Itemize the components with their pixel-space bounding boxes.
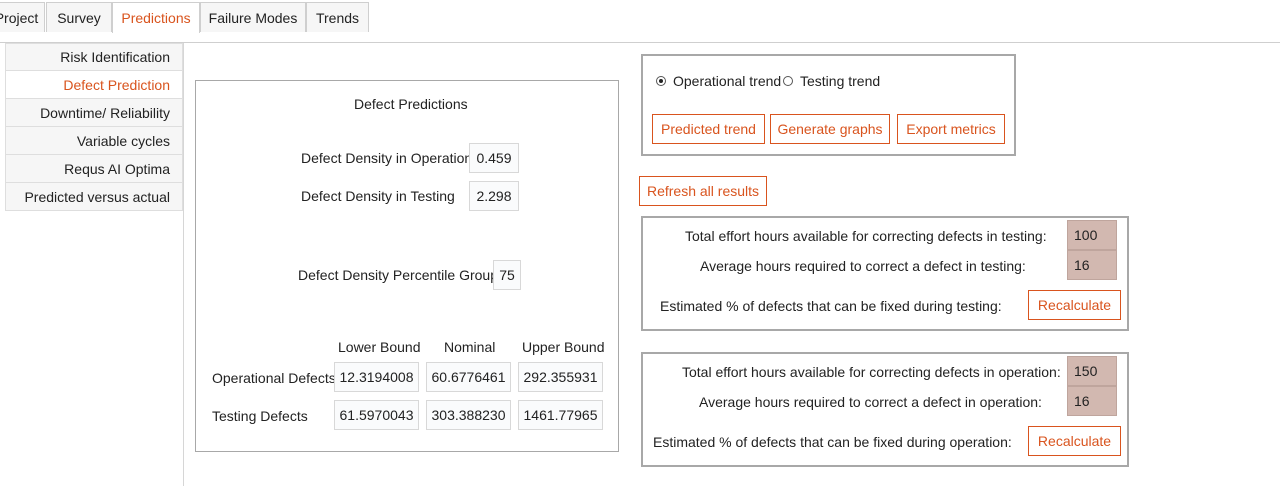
testing-hours-input[interactable]: 100 (1067, 220, 1117, 250)
sidebar-item-downtime-reliability[interactable]: Downtime/ Reliability (5, 99, 183, 127)
row-label-testing: Testing Defects (212, 408, 308, 424)
tab-failure-modes[interactable]: Failure Modes (200, 2, 306, 32)
operation-effort-panel: Total effort hours available for correct… (641, 352, 1129, 467)
testing-avg-label: Average hours required to correct a defe… (700, 258, 1026, 274)
testing-estimate-label: Estimated % of defects that can be fixed… (660, 298, 1002, 314)
defect-predictions-panel: Defect Predictions Defect Density in Ope… (195, 80, 619, 452)
generate-graphs-button[interactable]: Generate graphs (770, 114, 890, 144)
density-testing-label: Defect Density in Testing (301, 188, 455, 204)
main-tab-bar: Project Survey Predictions Failure Modes… (0, 0, 1280, 43)
operation-estimate-label: Estimated % of defects that can be fixed… (653, 434, 1012, 450)
density-testing-value: 2.298 (469, 181, 519, 211)
export-metrics-button[interactable]: Export metrics (897, 114, 1005, 144)
density-operation-value: 0.459 (469, 143, 519, 173)
operation-recalculate-button[interactable]: Recalculate (1028, 426, 1121, 456)
tab-project[interactable]: Project (0, 2, 45, 32)
testing-effort-panel: Total effort hours available for correct… (641, 216, 1129, 331)
testing-lower-value: 61.5970043 (334, 400, 419, 430)
tab-predictions[interactable]: Predictions (112, 2, 200, 33)
sidebar-item-defect-prediction[interactable]: Defect Prediction (5, 71, 183, 99)
testing-trend-radio[interactable] (783, 76, 793, 86)
column-header-nominal: Nominal (444, 339, 496, 355)
sidebar: Risk Identification Defect Prediction Do… (0, 43, 184, 486)
predicted-trend-button[interactable]: Predicted trend (652, 114, 765, 144)
sidebar-item-predicted-versus-actual[interactable]: Predicted versus actual (5, 183, 183, 211)
sidebar-item-risk-identification[interactable]: Risk Identification (5, 43, 183, 71)
sidebar-item-requs-ai-optima[interactable]: Requs AI Optima (5, 155, 183, 183)
operation-avg-input[interactable]: 16 (1067, 386, 1117, 416)
row-label-operational: Operational Defects (212, 370, 336, 386)
operational-trend-radio[interactable] (656, 76, 666, 86)
tab-survey[interactable]: Survey (46, 2, 112, 32)
operational-nominal-value: 60.6776461 (426, 362, 511, 392)
operation-hours-input[interactable]: 150 (1067, 356, 1117, 386)
sidebar-item-variable-cycles[interactable]: Variable cycles (5, 127, 183, 155)
refresh-all-results-button[interactable]: Refresh all results (639, 176, 767, 206)
operational-lower-value: 12.3194008 (334, 362, 419, 392)
column-header-lower: Lower Bound (338, 339, 421, 355)
testing-trend-label[interactable]: Testing trend (800, 73, 880, 89)
testing-nominal-value: 303.388230 (426, 400, 511, 430)
panel-title: Defect Predictions (354, 96, 468, 112)
operation-avg-label: Average hours required to correct a defe… (699, 394, 1042, 410)
trend-panel: Operational trend Testing trend Predicte… (641, 54, 1016, 156)
percentile-value: 75 (493, 260, 521, 290)
column-header-upper: Upper Bound (522, 339, 605, 355)
tab-trends[interactable]: Trends (306, 2, 369, 32)
percentile-label: Defect Density Percentile Group (298, 267, 498, 283)
density-operation-label: Defect Density in Operation (301, 150, 473, 166)
operational-upper-value: 292.355931 (518, 362, 603, 392)
testing-hours-label: Total effort hours available for correct… (685, 228, 1047, 244)
operational-trend-label[interactable]: Operational trend (673, 73, 781, 89)
operation-hours-label: Total effort hours available for correct… (682, 364, 1061, 380)
testing-upper-value: 1461.77965 (518, 400, 603, 430)
testing-avg-input[interactable]: 16 (1067, 250, 1117, 280)
testing-recalculate-button[interactable]: Recalculate (1028, 290, 1121, 320)
